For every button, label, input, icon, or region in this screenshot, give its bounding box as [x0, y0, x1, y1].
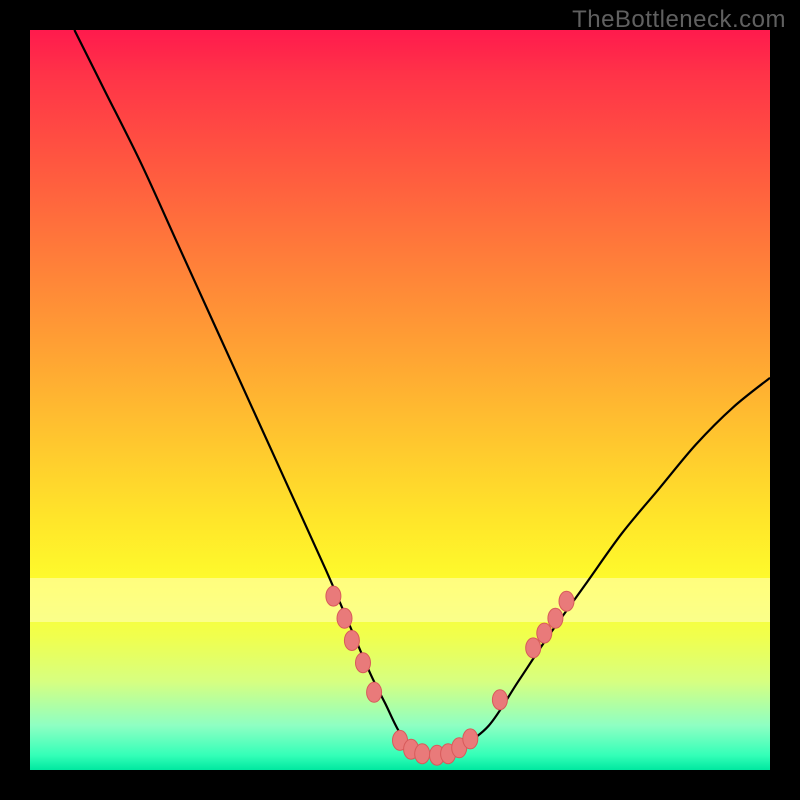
- watermark-text: TheBottleneck.com: [572, 6, 786, 34]
- marker-dot: [337, 608, 352, 628]
- marker-dot: [326, 586, 341, 606]
- marker-dot: [356, 653, 371, 673]
- marker-dot: [344, 631, 359, 651]
- bottleneck-curve: [74, 30, 770, 756]
- marker-dot: [492, 690, 507, 710]
- marker-dot: [548, 608, 563, 628]
- marker-dot: [415, 744, 430, 764]
- marker-dot: [537, 623, 552, 643]
- plot-area: [30, 30, 770, 770]
- marker-dot: [463, 729, 478, 749]
- marker-dot: [559, 591, 574, 611]
- chart-frame: TheBottleneck.com: [0, 0, 800, 800]
- chart-svg: [30, 30, 770, 770]
- marker-dot: [367, 682, 382, 702]
- marker-dot: [526, 638, 541, 658]
- curve-markers: [326, 586, 574, 765]
